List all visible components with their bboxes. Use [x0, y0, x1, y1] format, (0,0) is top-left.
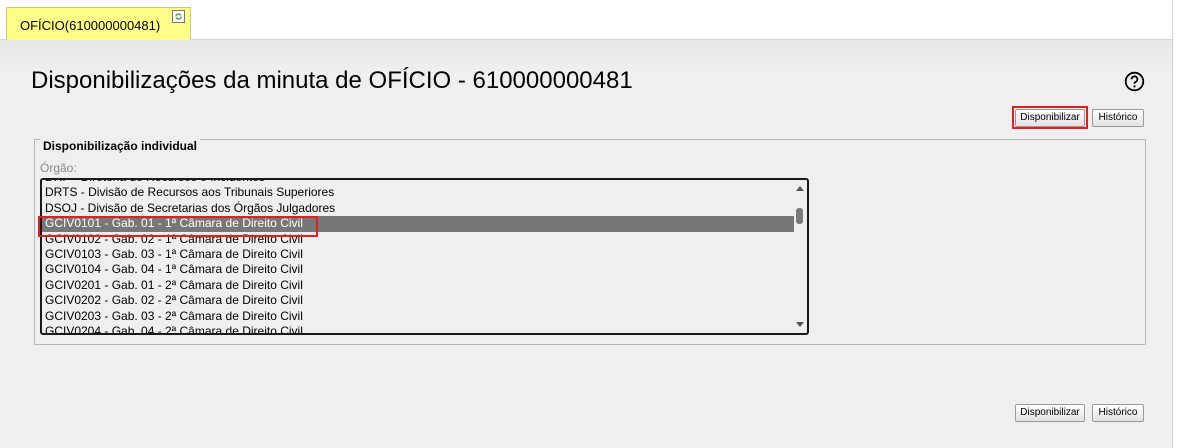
list-item[interactable]: DRP - Diretoria de Recursos e Incidentes	[42, 180, 794, 185]
list-item[interactable]: GCIV0202 - Gab. 02 - 2ª Câmara de Direit…	[42, 293, 794, 308]
historico-button-label: Histórico	[1098, 112, 1138, 123]
scroll-down-icon[interactable]	[796, 322, 804, 327]
list-item[interactable]: DSOJ - Divisão de Secretarias dos Órgãos…	[42, 201, 794, 216]
scroll-thumb[interactable]	[796, 208, 803, 224]
disponibilizar-button-top[interactable]: Disponibilizar	[1015, 109, 1085, 127]
tab-bar: OFÍCIO(610000000481)	[0, 0, 1172, 40]
group-legend: Disponibilização individual	[40, 139, 201, 153]
orgao-label: Órgão:	[40, 161, 77, 175]
list-item[interactable]: GCIV0201 - Gab. 01 - 2ª Câmara de Direit…	[42, 278, 794, 293]
main-content: Disponibilizações da minuta de OFÍCIO - …	[0, 40, 1172, 448]
orgao-options: DRP - Diretoria de Recursos e Incidentes…	[42, 180, 794, 333]
disponibilizar-button-label: Disponibilizar	[1020, 407, 1080, 418]
disponibilizar-button-label: Disponibilizar	[1020, 112, 1080, 123]
page-title: Disponibilizações da minuta de OFÍCIO - …	[31, 67, 633, 94]
list-item[interactable]: GCIV0103 - Gab. 03 - 1ª Câmara de Direit…	[42, 247, 794, 262]
window-edge	[1172, 0, 1173, 448]
tab-label: OFÍCIO(610000000481)	[20, 18, 161, 33]
historico-button-bottom[interactable]: Histórico	[1092, 404, 1144, 422]
tab-oficio[interactable]: OFÍCIO(610000000481)	[6, 7, 191, 40]
listbox-scrollbar[interactable]	[792, 180, 807, 333]
refresh-icon[interactable]	[172, 10, 185, 23]
list-item[interactable]: GCIV0203 - Gab. 03 - 2ª Câmara de Direit…	[42, 309, 794, 324]
list-item[interactable]: GCIV0104 - Gab. 04 - 1ª Câmara de Direit…	[42, 262, 794, 277]
historico-button-label: Histórico	[1098, 407, 1138, 418]
orgao-listbox[interactable]: DRP - Diretoria de Recursos e Incidentes…	[40, 178, 809, 335]
help-icon[interactable]	[1124, 71, 1145, 92]
highlight-selected-orgao	[38, 216, 318, 237]
disponibilizar-button-bottom[interactable]: Disponibilizar	[1015, 404, 1085, 422]
historico-button-top[interactable]: Histórico	[1092, 109, 1144, 127]
list-item[interactable]: GCIV0204 - Gab. 04 - 2ª Câmara de Direit…	[42, 324, 794, 333]
scroll-up-icon[interactable]	[796, 186, 804, 191]
list-item[interactable]: DRTS - Divisão de Recursos aos Tribunais…	[42, 185, 794, 200]
